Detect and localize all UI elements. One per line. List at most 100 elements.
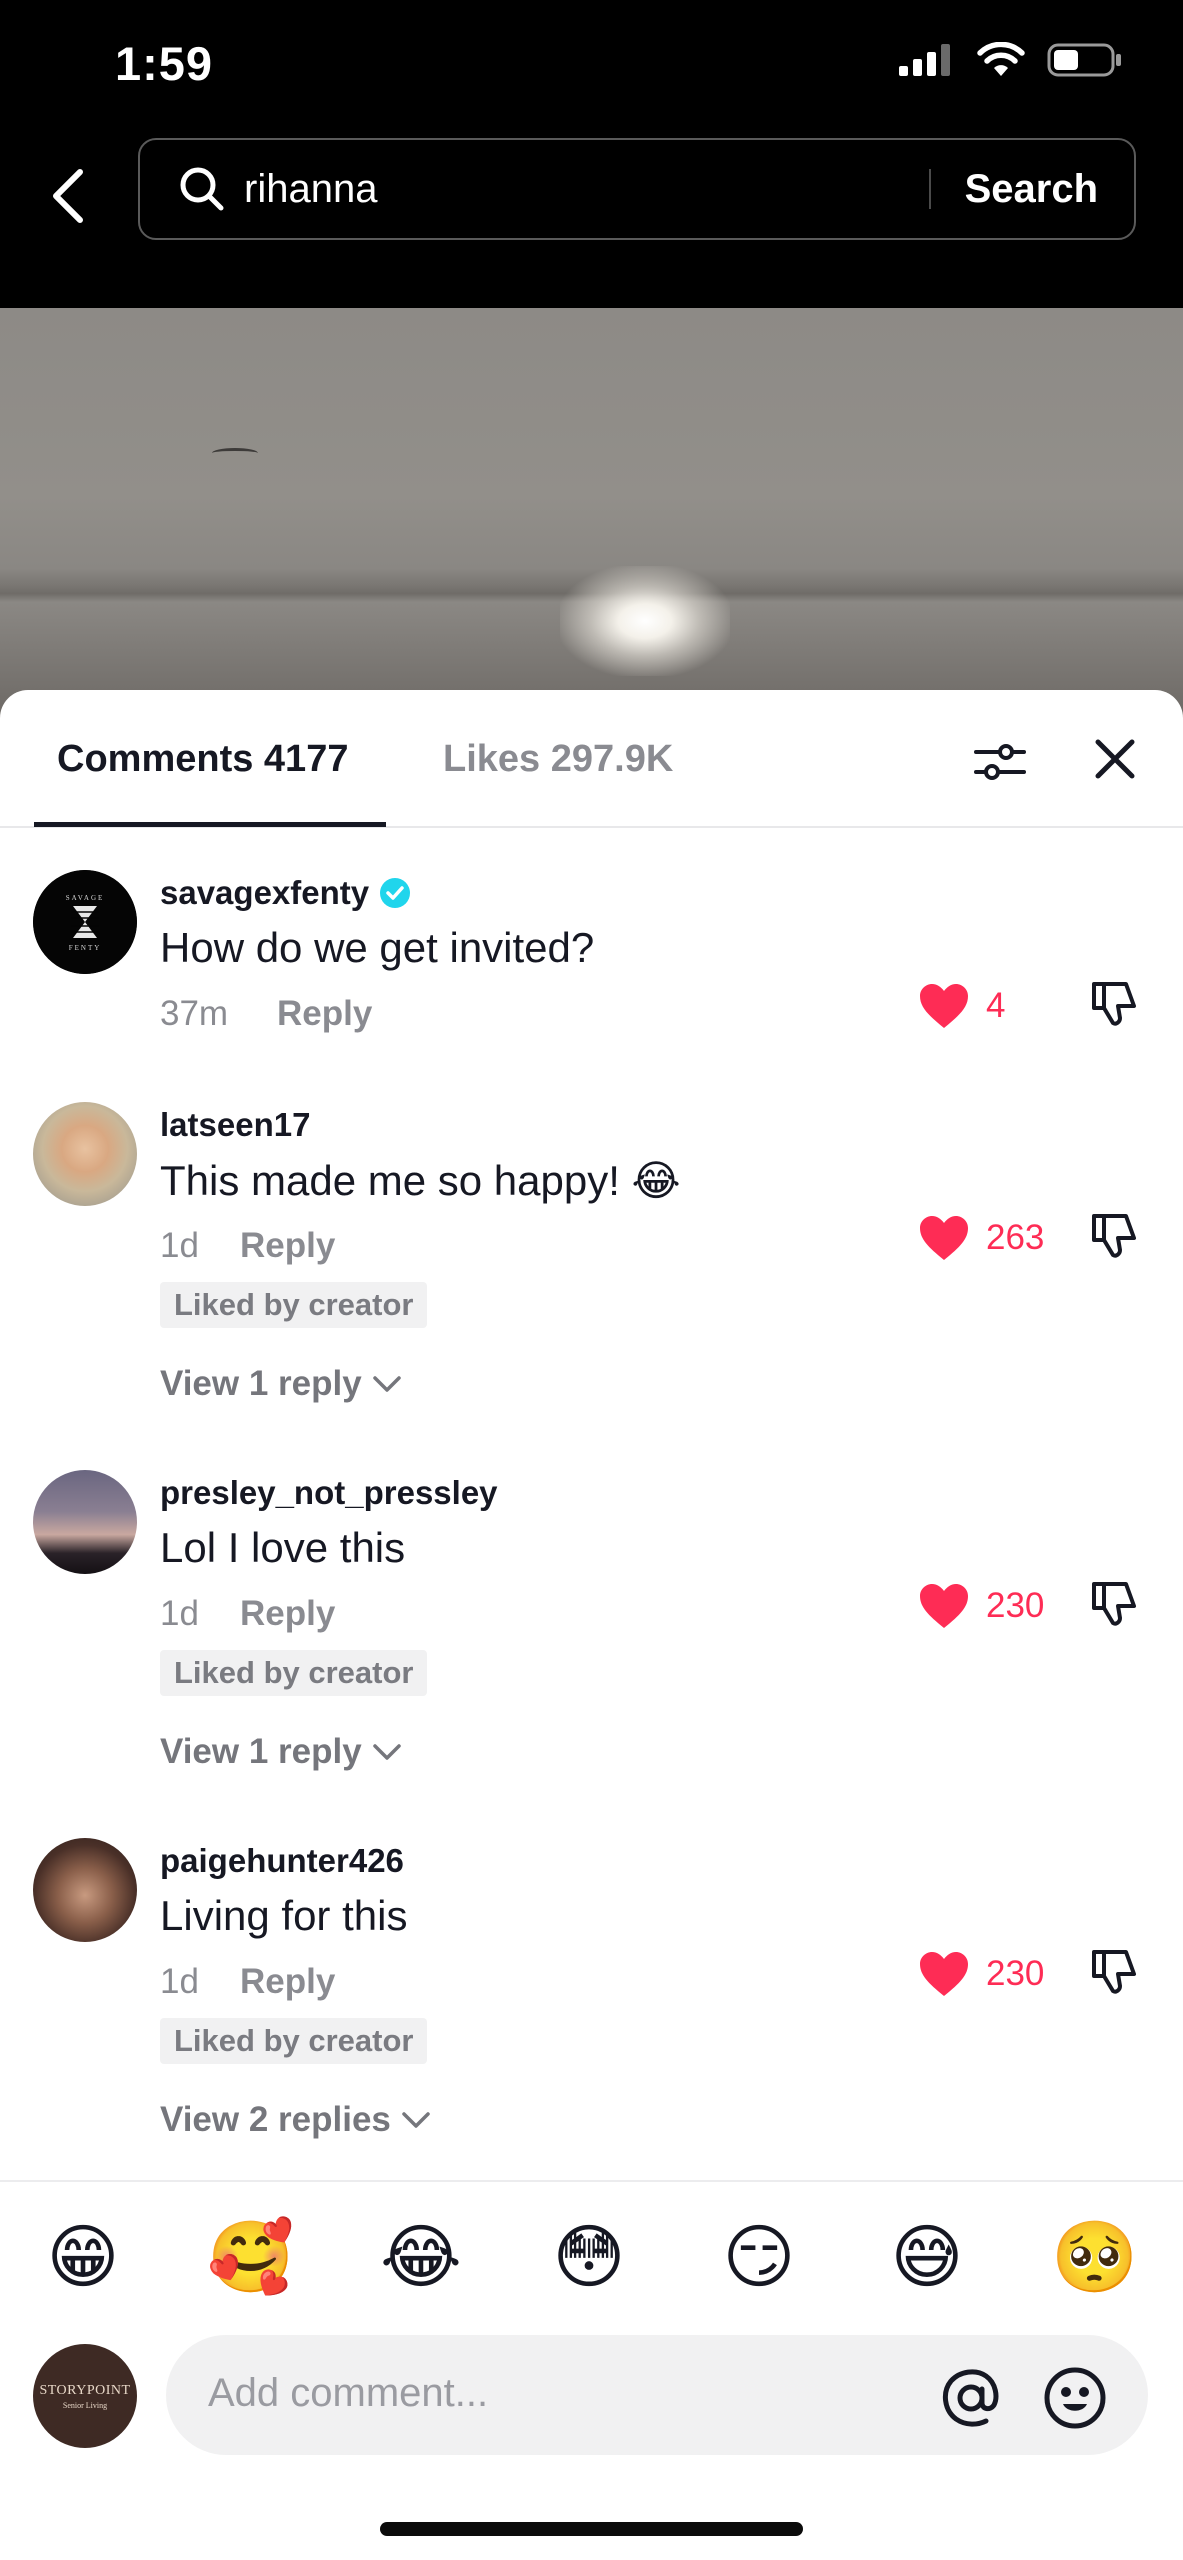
- comment-time: 37m: [160, 994, 229, 1033]
- view-replies-button[interactable]: View 1 reply: [160, 1364, 402, 1404]
- search-bar[interactable]: rihanna Search: [138, 138, 1136, 240]
- back-icon: [53, 169, 83, 223]
- search-input[interactable]: rihanna: [244, 167, 929, 212]
- emoji-button-grin[interactable]: 😁: [38, 2212, 128, 2302]
- like-button[interactable]: 230: [918, 1582, 1044, 1630]
- search-icon: [178, 165, 226, 213]
- like-button[interactable]: 230: [918, 1950, 1044, 1998]
- view-replies-button[interactable]: View 2 replies: [160, 2100, 431, 2140]
- chevron-down-icon: [372, 1376, 401, 1392]
- reply-button[interactable]: Reply: [240, 1962, 335, 2002]
- avatar-logo-subtext: Senior Living: [62, 2400, 108, 2410]
- comment-text: Living for this: [160, 1892, 408, 1939]
- like-count: 230: [986, 1954, 1045, 1993]
- mention-icon: [942, 2369, 999, 2427]
- like-count: 263: [986, 1218, 1045, 1257]
- search-button[interactable]: Search: [965, 167, 1098, 212]
- emoji-button-hearts[interactable]: 🥰: [206, 2212, 296, 2302]
- filter-icon: [974, 744, 1026, 780]
- emoji-button-smirk[interactable]: 😏: [714, 2212, 804, 2302]
- comment-username[interactable]: presley_not_pressley: [160, 1474, 498, 1512]
- search-divider: [928, 169, 931, 209]
- verified-icon: [380, 878, 411, 908]
- liked-by-creator-badge: Liked by creator: [160, 2018, 428, 2064]
- active-tab-indicator: [34, 822, 386, 827]
- signal-icon: [899, 44, 950, 76]
- page: 1:59 rihanna Search Comments 4177 Likes …: [0, 0, 1183, 2560]
- tab-comments[interactable]: Comments 4177: [57, 738, 348, 781]
- comment-text: How do we get invited?: [160, 924, 595, 971]
- svg-text:SAVAGE: SAVAGE: [66, 894, 105, 902]
- avatar[interactable]: [33, 1470, 137, 1574]
- comment-username[interactable]: latseen17: [160, 1106, 310, 1144]
- comment-time: 1d: [160, 1226, 199, 1265]
- reply-button[interactable]: Reply: [240, 1226, 335, 1266]
- dislike-button[interactable]: [1088, 1946, 1140, 1998]
- home-indicator: [380, 2522, 803, 2536]
- heart-icon: [920, 1216, 968, 1260]
- filter-button[interactable]: [970, 732, 1030, 792]
- composer-avatar[interactable]: STORYPOINT Senior Living: [33, 2344, 137, 2448]
- dislike-button[interactable]: [1088, 1578, 1140, 1630]
- liked-by-creator-badge: Liked by creator: [160, 1650, 428, 1696]
- dislike-button[interactable]: [1088, 978, 1140, 1030]
- status-time: 1:59: [115, 37, 214, 90]
- comment-input-placeholder: Add comment...: [208, 2371, 489, 2415]
- composer-divider: [0, 2180, 1183, 2182]
- avatar[interactable]: SAVAGE FENTY: [33, 870, 137, 974]
- username-text: savagexfenty: [160, 874, 370, 911]
- chevron-down-icon: [402, 2112, 430, 2128]
- tabs-bar: Comments 4177 Likes 297.9K: [0, 690, 1183, 828]
- emoji-button-flushed[interactable]: 😳: [544, 2212, 634, 2302]
- view-replies-label: View 1 reply: [160, 1732, 362, 1771]
- heart-icon: [920, 1952, 968, 1996]
- search-header: rihanna Search: [0, 130, 1183, 308]
- like-button[interactable]: 4: [918, 982, 1005, 1030]
- avatar[interactable]: [33, 1102, 137, 1206]
- emoji-button-sweat[interactable]: 😅: [882, 2212, 972, 2302]
- avatar[interactable]: [33, 1838, 137, 1942]
- avatar-logo-text: STORYPOINT: [39, 2382, 131, 2398]
- like-count: 4: [986, 986, 1006, 1025]
- comment-username[interactable]: savagexfenty: [160, 874, 411, 912]
- dislike-button[interactable]: [1088, 1210, 1140, 1262]
- tab-likes[interactable]: Likes 297.9K: [443, 738, 673, 781]
- reply-button[interactable]: Reply: [240, 1594, 335, 1634]
- wifi-icon: [977, 42, 1025, 76]
- add-comment-input[interactable]: Add comment...: [166, 2335, 1148, 2455]
- liked-by-creator-badge: Liked by creator: [160, 1282, 428, 1328]
- emoji-button-laugh[interactable]: 😂: [376, 2212, 466, 2302]
- view-replies-button[interactable]: View 1 reply: [160, 1732, 402, 1772]
- dislike-icon: [1092, 1582, 1136, 1626]
- comment-username[interactable]: paigehunter426: [160, 1842, 404, 1880]
- emoji-picker-button[interactable]: [1042, 2365, 1108, 2431]
- mention-button[interactable]: [938, 2365, 1004, 2431]
- comment-text: This made me so happy! 😂: [160, 1157, 681, 1204]
- status-bar: 1:59: [0, 0, 1183, 130]
- battery-icon: [1047, 43, 1121, 77]
- view-replies-label: View 1 reply: [160, 1364, 362, 1403]
- emoji-button-pleading[interactable]: 🥺: [1050, 2212, 1140, 2302]
- status-icons: [899, 42, 1123, 78]
- comment-time: 1d: [160, 1594, 199, 1633]
- heart-icon: [920, 1584, 968, 1628]
- video-background[interactable]: [0, 308, 1183, 728]
- svg-text:FENTY: FENTY: [69, 944, 102, 952]
- comment-time: 1d: [160, 1962, 199, 2001]
- view-replies-label: View 2 replies: [160, 2100, 391, 2139]
- dislike-icon: [1092, 1214, 1136, 1258]
- dislike-icon: [1092, 982, 1136, 1026]
- reply-button[interactable]: Reply: [277, 994, 372, 1034]
- dislike-icon: [1092, 1950, 1136, 1994]
- back-button[interactable]: [38, 156, 98, 236]
- heart-icon: [920, 984, 968, 1028]
- close-icon: [1095, 739, 1135, 779]
- comment-text: Lol I love this: [160, 1524, 406, 1571]
- quick-emoji-bar: 😁 🥰 😂 😳 😏 😅 🥺: [0, 2212, 1183, 2302]
- ceiling-light: [560, 566, 730, 676]
- ceiling-detail: [212, 448, 258, 458]
- close-button[interactable]: [1090, 734, 1140, 784]
- like-button[interactable]: 263: [918, 1214, 1044, 1262]
- emoji-icon: [1044, 2367, 1106, 2429]
- chevron-down-icon: [372, 1744, 401, 1760]
